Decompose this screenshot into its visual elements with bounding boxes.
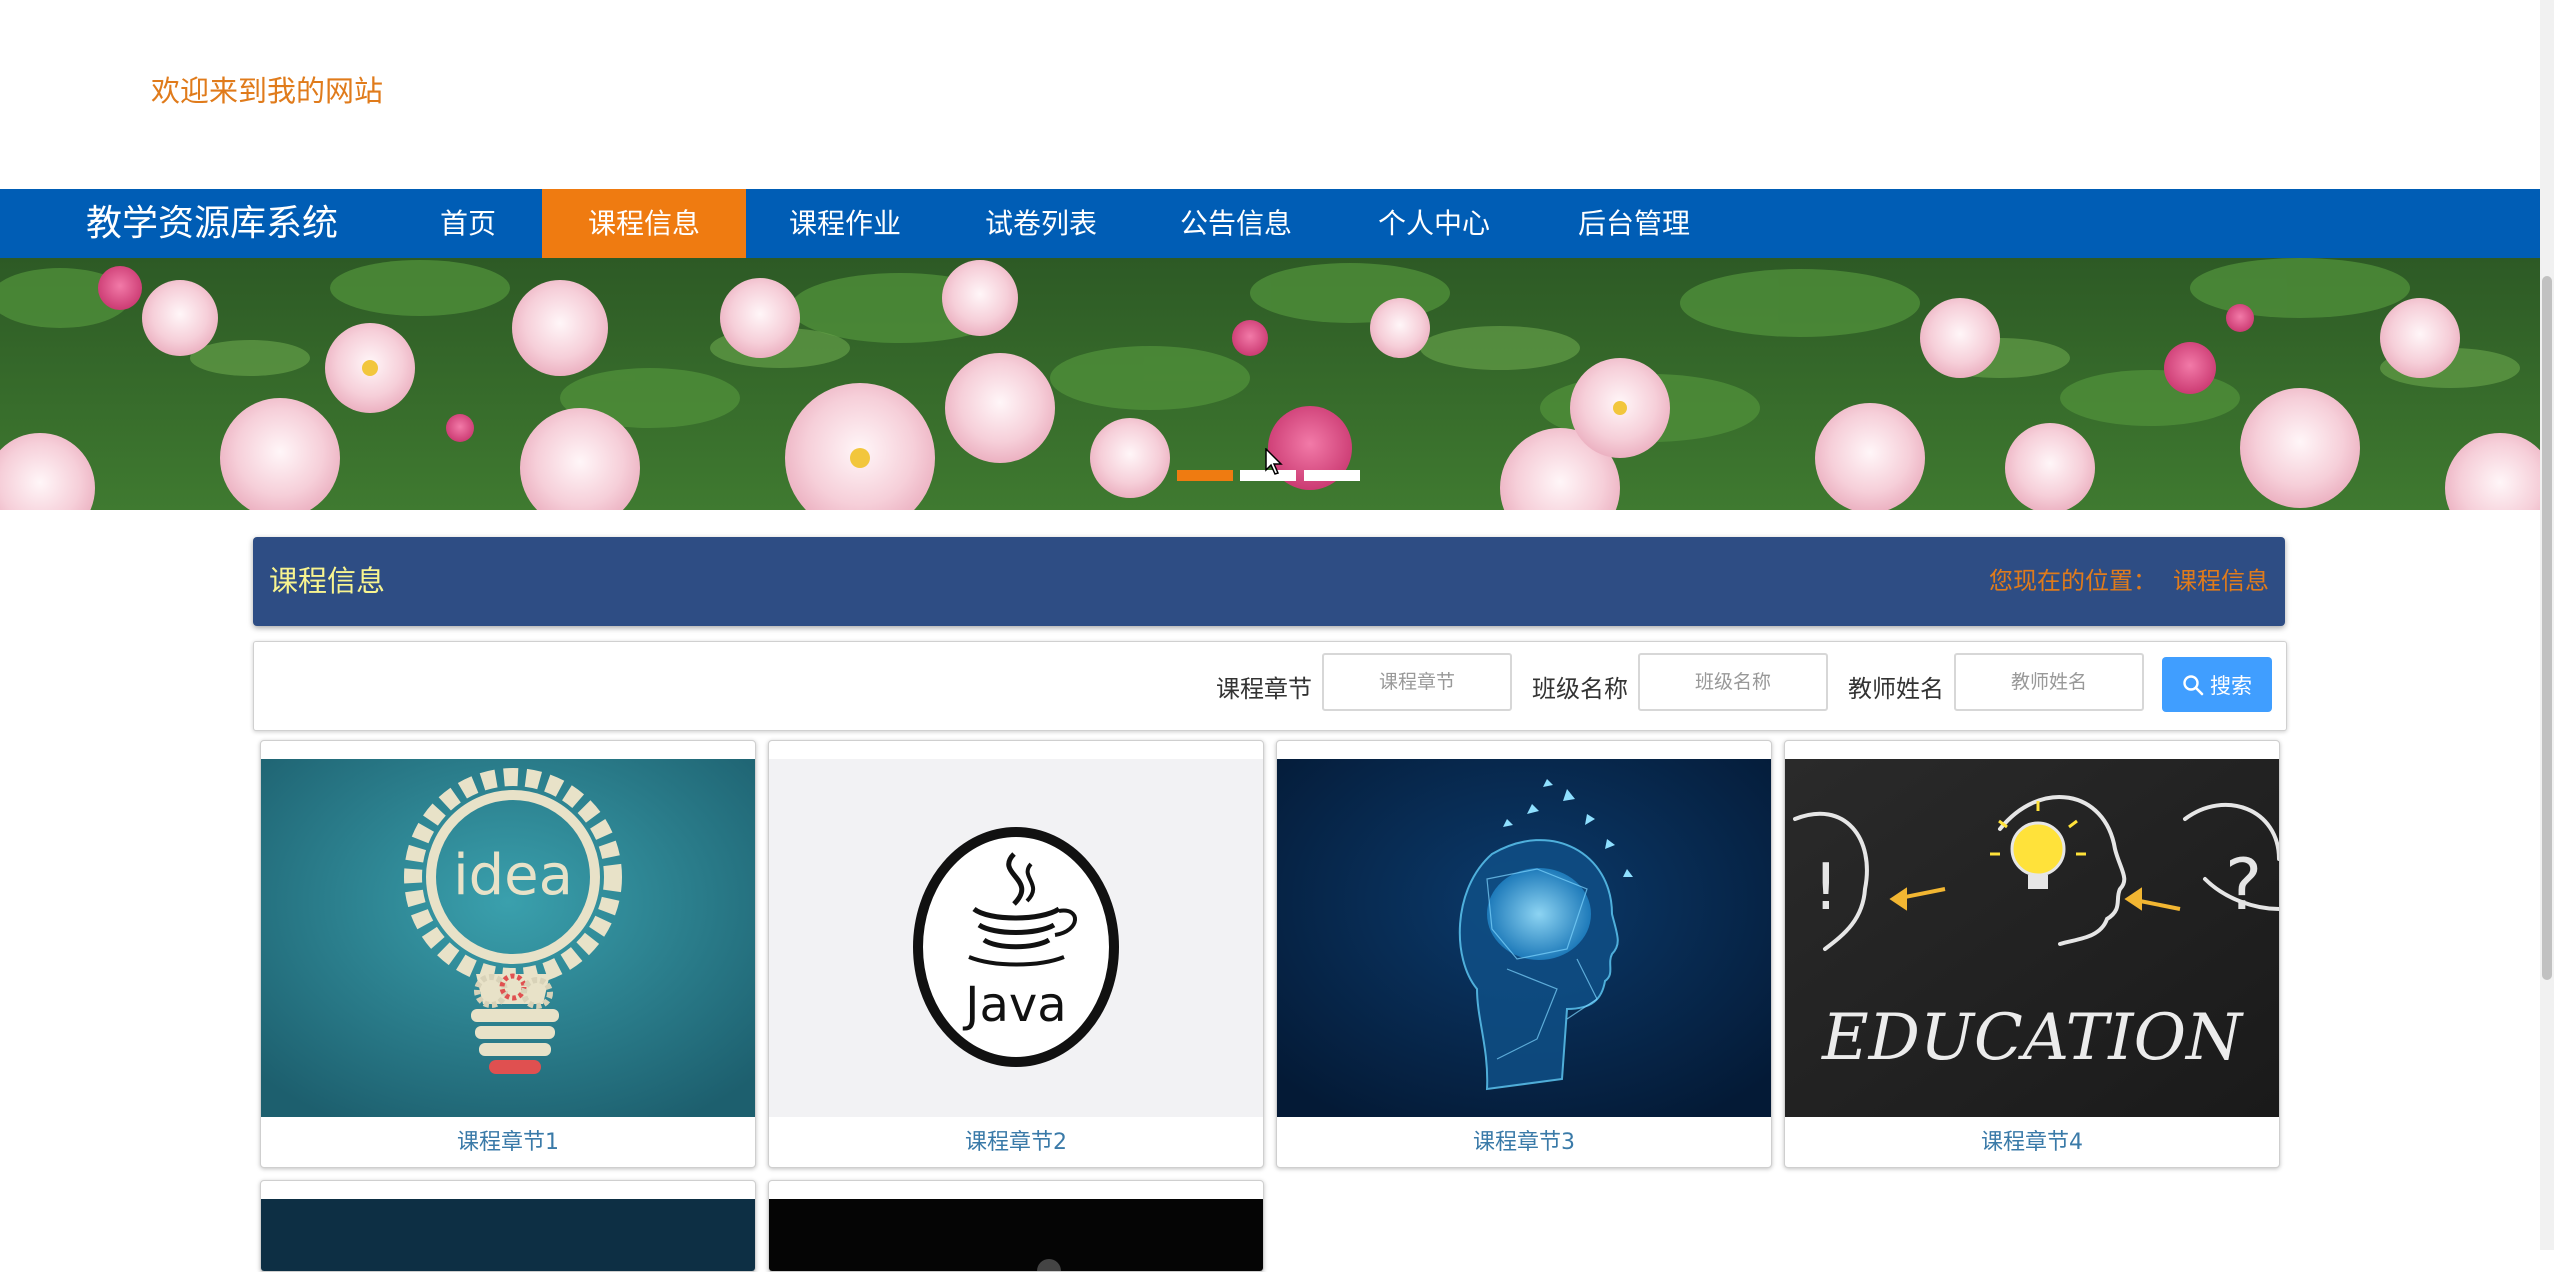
course-card-title[interactable]: 课程章节1 xyxy=(261,1124,755,1156)
page-title: 课程信息 xyxy=(269,564,386,598)
course-card[interactable]: Java 课程章节2 xyxy=(768,740,1264,1168)
search-button[interactable]: 搜索 xyxy=(2162,657,2272,712)
java-logo-image: Java xyxy=(769,759,1263,1117)
class-search-input[interactable] xyxy=(1638,653,1828,711)
scrollbar-thumb[interactable] xyxy=(2542,276,2552,980)
site-brand[interactable]: 教学资源库系统 xyxy=(86,189,338,258)
svg-text:!: ! xyxy=(1813,851,1839,925)
teacher-search-input[interactable] xyxy=(1954,653,2144,711)
svg-text:EDUCATION: EDUCATION xyxy=(1821,1001,2244,1075)
search-label-class: 班级名称 xyxy=(1532,675,1628,703)
welcome-text: 欢迎来到我的网站 xyxy=(151,74,384,108)
search-button-label: 搜索 xyxy=(2210,673,2252,698)
course-card-title[interactable]: 课程章节3 xyxy=(1277,1124,1771,1156)
svg-text:?: ? xyxy=(2225,844,2262,926)
digital-brain-head-image xyxy=(1277,759,1771,1117)
nav-item-exam-list[interactable]: 试卷列表 xyxy=(966,189,1116,258)
nav-item-announcements[interactable]: 公告信息 xyxy=(1161,189,1311,258)
course-card-partial[interactable] xyxy=(260,1180,756,1272)
banner-carousel[interactable] xyxy=(0,258,2540,510)
nav-item-personal-center[interactable]: 个人中心 xyxy=(1359,189,1509,258)
breadcrumb-current[interactable]: 课程信息 xyxy=(2173,561,2269,596)
course-card-image-partial xyxy=(261,1199,755,1271)
course-card[interactable]: idea 课程章节1 xyxy=(260,740,756,1168)
nav-item-home[interactable]: 首页 xyxy=(418,189,518,258)
carousel-dot-3[interactable] xyxy=(1304,470,1360,481)
course-card-title[interactable]: 课程章节2 xyxy=(769,1124,1263,1156)
nav-item-course-info[interactable]: 课程信息 xyxy=(542,189,746,258)
search-label-teacher: 教师姓名 xyxy=(1848,675,1944,703)
mouse-cursor-icon xyxy=(1265,448,1283,475)
breadcrumb-prefix: 您现在的位置： xyxy=(1989,567,2157,595)
nav-item-course-homework[interactable]: 课程作业 xyxy=(770,189,920,258)
search-icon xyxy=(2183,674,2204,695)
course-card-image-partial xyxy=(769,1199,1263,1271)
search-label-chapter: 课程章节 xyxy=(1216,675,1312,703)
top-header: 欢迎来到我的网站 xyxy=(0,0,2540,189)
page-title-bar: 课程信息 您现在的位置： 课程信息 xyxy=(253,537,2285,626)
main-navbar: 教学资源库系统 首页 课程信息 课程作业 试卷列表 公告信息 个人中心 后台管理 xyxy=(0,189,2540,258)
svg-text:Java: Java xyxy=(962,977,1066,1033)
idea-lightbulb-image: idea xyxy=(261,759,755,1117)
course-card[interactable]: 课程章节3 xyxy=(1276,740,1772,1168)
search-panel: 课程章节 班级名称 教师姓名 搜索 xyxy=(253,641,2287,731)
carousel-dot-1[interactable] xyxy=(1177,470,1233,481)
svg-text:idea: idea xyxy=(453,843,573,908)
education-chalkboard-image: ! ? EDUCATION xyxy=(1785,759,2279,1117)
course-card[interactable]: ! ? EDUCATION 课程章节4 xyxy=(1784,740,2280,1168)
course-card-title[interactable]: 课程章节4 xyxy=(1785,1124,2279,1156)
course-card-partial[interactable] xyxy=(768,1180,1264,1272)
chapter-search-input[interactable] xyxy=(1322,653,1512,711)
nav-item-admin[interactable]: 后台管理 xyxy=(1559,189,1709,258)
